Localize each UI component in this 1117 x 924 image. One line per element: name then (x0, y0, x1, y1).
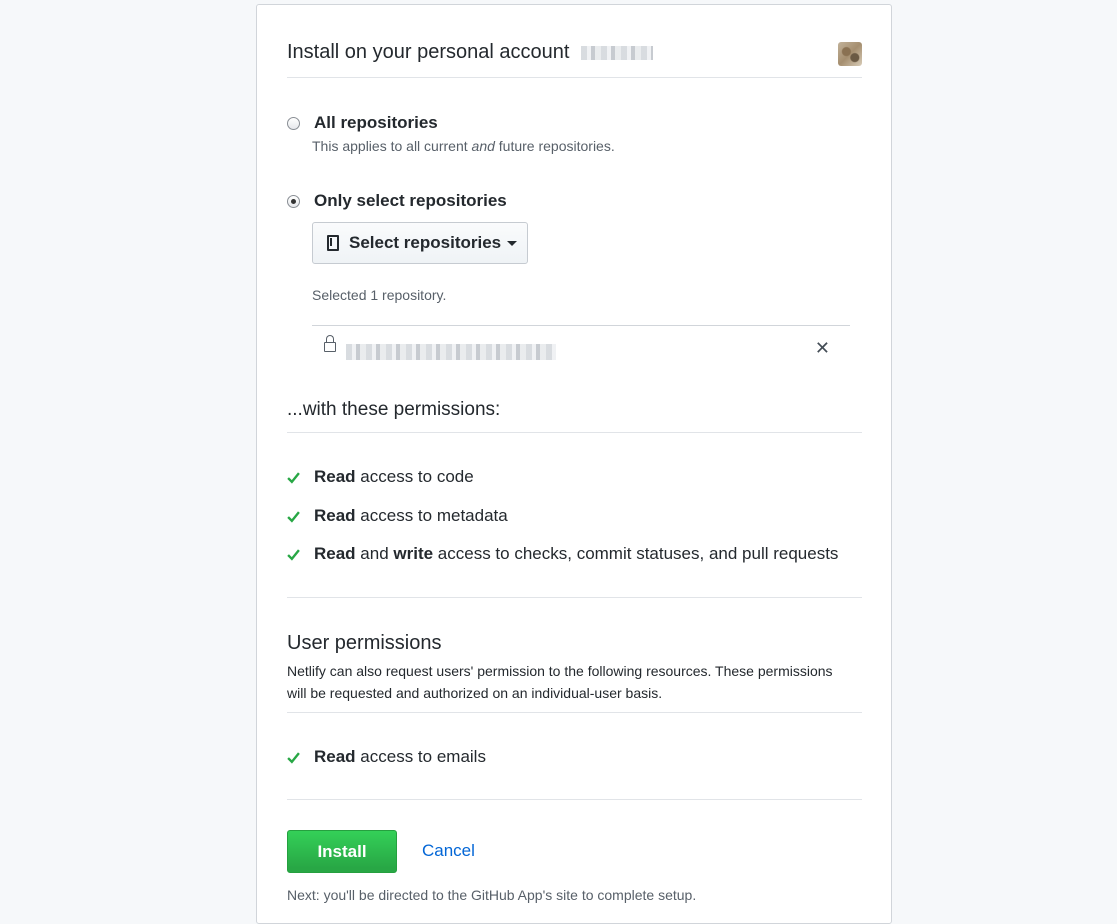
note-text: future repositories. (494, 138, 615, 154)
option-only-select-repositories[interactable]: Only select repositories (287, 191, 507, 211)
only-select-repositories-label[interactable]: Only select repositories (314, 191, 507, 211)
permission-item: Read access to metadata (287, 506, 508, 526)
permission-level: Read (314, 506, 356, 525)
permissions-heading: ...with these permissions: (287, 399, 501, 420)
divider (287, 597, 862, 598)
all-repositories-radio[interactable] (287, 116, 300, 130)
divider (287, 432, 862, 433)
permission-level: Read (314, 544, 356, 563)
lock-icon (324, 335, 336, 352)
divider (287, 799, 862, 800)
permission-text: Read and write access to checks, commit … (314, 544, 838, 564)
check-icon (287, 471, 300, 484)
repo-book-icon (327, 235, 339, 251)
permission-scope: access to code (355, 467, 474, 486)
permission-level: Read (314, 467, 356, 486)
install-card: Install on your personal account All rep… (256, 4, 892, 924)
repo-name-redacted (346, 344, 556, 360)
permission-scope: access to emails (355, 747, 486, 766)
selected-repo-row: ✕ (312, 325, 850, 372)
install-button[interactable]: Install (287, 830, 397, 873)
user-permissions-description: Netlify can also request users' permissi… (287, 663, 833, 701)
permission-scope: access to checks, commit statuses, and p… (433, 544, 839, 563)
check-icon (287, 751, 300, 764)
select-repositories-label: Select repositories (349, 233, 502, 252)
permission-scope: access to metadata (355, 506, 508, 525)
permission-conjunction: and (355, 544, 394, 563)
next-step-note: Next: you'll be directed to the GitHub A… (287, 887, 697, 903)
permission-text: Read access to code (314, 467, 474, 487)
avatar[interactable] (838, 42, 862, 66)
permission-level: write (393, 544, 434, 563)
permission-text: Read access to emails (314, 747, 486, 767)
permission-text: Read access to metadata (314, 506, 508, 526)
remove-repo-button[interactable]: ✕ (815, 338, 830, 359)
user-permission-item: Read access to emails (287, 747, 486, 767)
note-emphasis: and (471, 138, 495, 154)
page-title: Install on your personal account (287, 41, 653, 64)
selected-count-text: Selected 1 repository. (312, 287, 447, 303)
select-repositories-button[interactable]: Select repositories (312, 222, 528, 264)
permission-item: Read access to code (287, 467, 474, 487)
install-header: Install on your personal account (287, 5, 862, 78)
check-icon (287, 510, 300, 523)
permission-level: Read (314, 747, 356, 766)
only-select-repositories-radio[interactable] (287, 194, 300, 208)
chevron-down-icon (507, 240, 518, 246)
check-icon (287, 548, 300, 561)
cancel-link[interactable]: Cancel (422, 841, 475, 861)
note-text: This applies to all current (312, 138, 472, 154)
permission-item: Read and write access to checks, commit … (287, 544, 838, 564)
option-all-repositories[interactable]: All repositories (287, 113, 438, 133)
account-name-redacted (580, 45, 653, 60)
divider (287, 712, 862, 713)
page-title-text: Install on your personal account (287, 41, 570, 63)
all-repositories-label[interactable]: All repositories (314, 113, 438, 133)
user-permissions-heading: User permissions (287, 632, 442, 654)
all-repositories-note: This applies to all current and future r… (312, 138, 615, 154)
